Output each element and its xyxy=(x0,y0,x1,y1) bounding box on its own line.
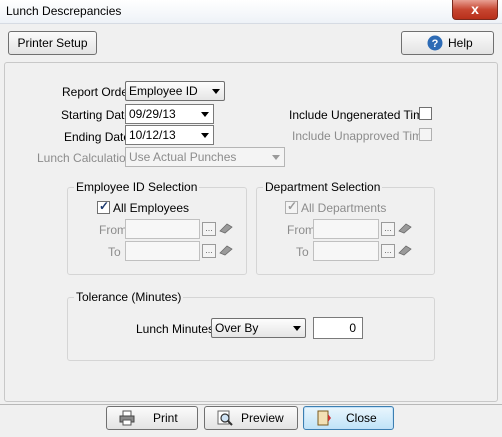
employee-id-selection-title: Employee ID Selection xyxy=(74,180,200,194)
include-unapproved-checkbox[interactable] xyxy=(419,128,432,141)
chevron-down-icon xyxy=(272,155,280,160)
chevron-down-icon xyxy=(201,112,209,117)
close-icon: x xyxy=(471,1,479,17)
close-label: Close xyxy=(346,411,377,425)
chevron-down-icon xyxy=(212,89,220,94)
eraser-icon[interactable] xyxy=(219,245,233,256)
chevron-down-icon xyxy=(293,326,301,331)
all-employees-label: All Employees xyxy=(113,201,190,215)
lunch-minutes-mode-select[interactable]: Over By xyxy=(211,318,306,338)
close-button[interactable]: Close xyxy=(303,406,394,430)
eraser-icon[interactable] xyxy=(398,223,412,234)
eraser-icon[interactable] xyxy=(398,245,412,256)
employee-to-browse-button[interactable]: ... xyxy=(202,244,216,258)
department-to-input[interactable] xyxy=(313,241,379,261)
checkmark-icon: ✓ xyxy=(99,199,110,213)
print-button[interactable]: Print xyxy=(106,406,198,430)
department-to-label: To xyxy=(296,245,309,259)
exit-door-icon xyxy=(317,410,331,426)
department-to-browse-button[interactable]: ... xyxy=(381,244,395,258)
help-label: Help xyxy=(448,36,473,50)
department-from-input[interactable] xyxy=(313,219,379,239)
department-from-browse-button[interactable]: ... xyxy=(381,222,395,236)
ending-date-value: 10/12/13 xyxy=(129,128,176,142)
employee-to-input[interactable] xyxy=(125,241,200,261)
magnifier-icon xyxy=(217,410,233,426)
starting-date-picker[interactable]: 09/29/13 xyxy=(125,104,214,124)
lunch-calculation-select[interactable]: Use Actual Punches xyxy=(125,147,285,167)
ending-date-picker[interactable]: 10/12/13 xyxy=(125,125,214,145)
employee-from-input[interactable] xyxy=(125,219,200,239)
help-icon: ? xyxy=(427,35,443,51)
all-departments-checkbox[interactable]: ✓ xyxy=(285,199,298,214)
ellipsis-icon: ... xyxy=(205,245,213,255)
all-departments-label: All Departments xyxy=(301,201,387,215)
employee-from-browse-button[interactable]: ... xyxy=(202,222,216,236)
checkmark-icon: ✓ xyxy=(287,199,298,213)
include-ungenerated-checkbox[interactable] xyxy=(419,107,432,120)
ellipsis-icon: ... xyxy=(384,223,392,233)
report-order-select[interactable]: Employee ID xyxy=(125,81,225,101)
printer-setup-button[interactable]: Printer Setup xyxy=(8,31,97,55)
lunch-calculation-label: Lunch Calculation xyxy=(37,151,133,165)
window-close-button[interactable]: x xyxy=(452,0,498,20)
ellipsis-icon: ... xyxy=(205,223,213,233)
lunch-minutes-value: 0 xyxy=(349,321,356,335)
eraser-icon[interactable] xyxy=(219,223,233,234)
employee-to-label: To xyxy=(108,245,121,259)
title-bar: Lunch Descrepancies x xyxy=(0,0,502,24)
include-ungenerated-label: Include Ungenerated Time xyxy=(289,108,430,122)
lunch-minutes-mode-value: Over By xyxy=(215,321,259,335)
printer-setup-label: Printer Setup xyxy=(17,36,88,50)
lunch-minutes-label: Lunch Minutes xyxy=(136,322,215,336)
all-employees-checkbox[interactable]: ✓ xyxy=(97,199,110,214)
starting-date-label: Starting Date xyxy=(61,108,132,122)
include-unapproved-label: Include Unapproved Time xyxy=(292,129,429,143)
preview-button[interactable]: Preview xyxy=(204,406,298,430)
report-order-value: Employee ID xyxy=(129,84,198,98)
department-selection-title: Department Selection xyxy=(263,180,383,194)
report-order-label: Report Order xyxy=(62,85,133,99)
print-label: Print xyxy=(153,411,178,425)
department-from-label: From xyxy=(287,223,315,237)
lunch-minutes-input[interactable]: 0 xyxy=(313,317,363,339)
ellipsis-icon: ... xyxy=(384,245,392,255)
help-button[interactable]: ? Help xyxy=(401,31,494,55)
chevron-down-icon xyxy=(201,133,209,138)
tolerance-title: Tolerance (Minutes) xyxy=(74,290,184,304)
footer-divider xyxy=(0,404,502,405)
preview-label: Preview xyxy=(241,411,284,425)
ending-date-label: Ending Date xyxy=(64,130,131,144)
employee-from-label: From xyxy=(99,223,127,237)
svg-text:?: ? xyxy=(432,38,439,50)
starting-date-value: 09/29/13 xyxy=(129,107,176,121)
lunch-calculation-value: Use Actual Punches xyxy=(129,150,237,164)
window-title: Lunch Descrepancies xyxy=(6,4,122,18)
printer-icon xyxy=(119,410,135,426)
